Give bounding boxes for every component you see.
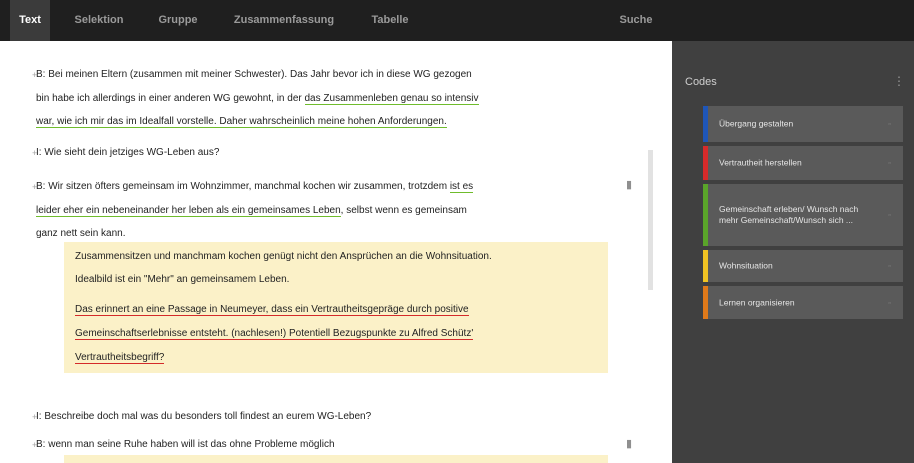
line: leider eher ein nebeneinander her leben … (36, 199, 596, 223)
memo-text: Zusammensitzen und manchmam kochen genüg… (75, 251, 492, 262)
coded-segment[interactable]: war, wie ich mir das im Idealfall vorste… (36, 116, 447, 128)
memo-text: Das erinnert an eine Passage in Neumeyer… (75, 298, 585, 322)
code-label: Gemeinschaft erleben/ Wunsch nach mehr G… (719, 204, 859, 225)
memo-text: Vertrautheitsbegriff? (75, 346, 585, 370)
text-segment: B: Wir sitzen öfters gemeinsam im Wohnzi… (36, 181, 450, 192)
code-color-bar (703, 106, 708, 142)
memo-text: Idealbild ist ein "Mehr" an gemeinsamem … (75, 274, 290, 285)
code-item-gemeinschaft[interactable]: Gemeinschaft erleben/ Wunsch nach mehr G… (703, 184, 903, 246)
code-label: Lernen organisieren (719, 297, 795, 307)
transcript-paragraph: B: Wir sitzen öfters gemeinsam im Wohnzi… (36, 175, 596, 246)
memo-box[interactable] (64, 455, 608, 463)
code-item-lernen[interactable]: Lernen organisieren ▫ (703, 286, 903, 319)
bookmark-icon[interactable]: ▮ (626, 437, 632, 450)
code-item-uebergang[interactable]: Übergang gestalten ▫ (703, 106, 903, 142)
tab-text[interactable]: Text (10, 0, 50, 41)
code-color-bar (703, 184, 708, 246)
code-count: ▫ (888, 119, 891, 129)
code-count: ▫ (888, 158, 891, 168)
memo-link-segment[interactable]: Vertrautheitsbegriff? (75, 352, 165, 364)
coded-segment[interactable]: ist es (449, 181, 474, 193)
code-label: Vertrautheit herstellen (719, 157, 802, 168)
codes-title: Codes (685, 76, 717, 88)
text-segment: , selbst wenn es gemeinsam (340, 204, 467, 216)
tab-suche[interactable]: Suche (608, 0, 664, 41)
transcript-paragraph: B: Bei meinen Eltern (zusammen mit meine… (36, 63, 596, 134)
tab-selektion[interactable]: Selektion (66, 0, 132, 41)
memo-box[interactable]: Zusammensitzen und manchmam kochen genüg… (64, 242, 608, 373)
code-color-bar (703, 286, 708, 319)
text-segment: bin habe ich allerdings in einer anderen… (36, 92, 305, 104)
tab-zusammenfassung[interactable]: Zusammenfassung (222, 0, 346, 41)
line: B: Bei meinen Eltern (zusammen mit meine… (36, 69, 472, 80)
transcript-paragraph: B: wenn man seine Ruhe haben will ist da… (36, 439, 335, 450)
code-color-bar (703, 146, 708, 180)
code-color-bar (703, 250, 708, 282)
scrollbar[interactable] (648, 150, 653, 290)
bookmark-icon[interactable]: ▮ (626, 178, 632, 191)
line: bin habe ich allerdings in einer anderen… (36, 87, 596, 111)
code-item-vertrautheit[interactable]: Vertrautheit herstellen ▫ (703, 146, 903, 180)
code-count: ▫ (888, 210, 891, 220)
top-tab-bar: Text Selektion Gruppe Zusammenfassung Ta… (0, 0, 914, 41)
code-count: ▫ (888, 298, 891, 307)
line: B: Wir sitzen öfters gemeinsam im Wohnzi… (36, 175, 596, 199)
code-label: Übergang gestalten (719, 118, 794, 129)
tab-tabelle[interactable]: Tabelle (362, 0, 418, 41)
memo-link-segment[interactable]: Gemeinschaftserlebnisse entsteht. (nachl… (75, 328, 474, 340)
memo-link-segment[interactable]: Das erinnert an eine Passage in Neumeyer… (75, 304, 469, 316)
coded-segment[interactable]: das Zusammenleben genau so intensiv (304, 92, 479, 105)
coded-segment[interactable]: leider eher ein nebeneinander her leben … (36, 204, 341, 217)
tab-gruppe[interactable]: Gruppe (148, 0, 208, 41)
transcript-question: I: Wie sieht dein jetziges WG-Leben aus? (36, 147, 220, 158)
more-icon[interactable]: ⋮ (893, 74, 905, 88)
line: war, wie ich mir das im Idealfall vorste… (36, 110, 596, 134)
code-count: ▫ (888, 261, 891, 271)
code-label: Wohnsituation (719, 260, 773, 271)
transcript-question: I: Beschreibe doch mal was du besonders … (36, 411, 372, 422)
code-item-wohnsituation[interactable]: Wohnsituation ▫ (703, 250, 903, 282)
memo-text: Gemeinschaftserlebnisse entsteht. (nachl… (75, 322, 585, 346)
